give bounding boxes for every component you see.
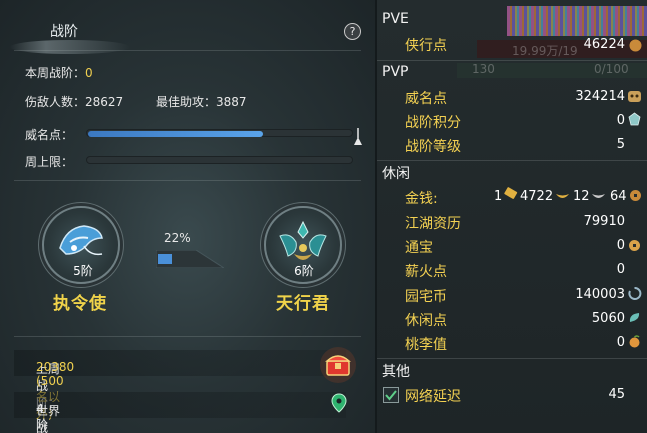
world-rank-row: 世界战阶：4阶 (14, 392, 346, 433)
taoli-value: 0 (616, 335, 625, 350)
money-gold-value: 1 (494, 189, 503, 204)
money-tael-value: 64 (610, 189, 627, 204)
tongbao-label: 通宝 (405, 240, 433, 256)
weekly-rank-label: 本周战阶： (25, 66, 86, 80)
current-rank-level: 5阶 (73, 264, 93, 278)
section-divider (377, 358, 647, 359)
zhanjie-points-value: 0 (616, 113, 625, 128)
header-divider (14, 50, 361, 51)
reward-chest-icon[interactable] (318, 346, 358, 384)
yuanzhai-label: 园宅币 (405, 289, 447, 305)
next-rank-level: 6阶 (294, 264, 314, 278)
honor-progress-fill (88, 131, 263, 137)
section-pve: PVE (382, 11, 409, 27)
money-label: 金钱: (405, 191, 438, 207)
weekly-rank-value: 0 (85, 66, 93, 80)
honor-progress-bar (86, 129, 353, 137)
assist-value: 3887 (216, 95, 247, 109)
xiuxian-label: 休闲点 (405, 313, 447, 329)
honor-label: 威名点： (25, 128, 74, 142)
section-pvp: PVP (382, 64, 409, 80)
background-decoration (507, 6, 647, 36)
tongbao-coin-icon (629, 240, 640, 251)
xinhuo-label: 薪火点 (405, 264, 447, 280)
xiaxing-icon (629, 39, 642, 52)
rank-points-icon (628, 112, 641, 126)
taoli-label: 桃李值 (405, 337, 447, 353)
zhanjie-points-label: 战阶积分 (405, 115, 461, 131)
week-cap-progress-bar (86, 156, 353, 164)
checkmark-icon (385, 390, 397, 401)
jianghu-value: 79910 (583, 214, 625, 229)
background-text: 130 (472, 62, 495, 76)
yuanzhai-value: 140003 (575, 287, 625, 302)
zhanjie-level-label: 战阶等级 (405, 139, 461, 155)
gold-yuanbao-icon (556, 194, 569, 198)
section-divider (14, 180, 361, 181)
leisure-points-icon (629, 313, 640, 322)
latency-checkbox[interactable] (383, 387, 399, 403)
kills-label: 伤敌人数： (25, 95, 86, 109)
money-silver-value: 4722 (520, 189, 554, 204)
last-week-row: 上周战阶：20380 (500名以外) (14, 350, 346, 421)
current-rank-name: 执令使 (53, 294, 107, 314)
rank-progress-arrow (156, 250, 224, 268)
next-rank-name: 天行君 (276, 294, 330, 314)
peach-icon (629, 335, 640, 348)
week-cap-label: 周上限： (25, 155, 74, 169)
weiming-label: 威名点 (405, 91, 447, 107)
house-coin-icon (628, 287, 642, 300)
weekly-rank-row: 本周战阶：0 (25, 64, 93, 81)
xinhuo-value: 0 (616, 262, 625, 277)
section-other: 其他 (382, 364, 410, 380)
section-divider (377, 60, 647, 61)
silver-yuanbao-icon (592, 194, 605, 198)
cap-marker-icon (354, 128, 362, 145)
currency-panel: 19.99万/19 130 0/100 PVE 侠行点 46224 PVP 威名… (375, 0, 647, 433)
money-copper-value: 12 (573, 189, 590, 204)
gold-ingot-icon (504, 187, 518, 199)
background-text: 0/100 (594, 62, 629, 76)
xiaxing-value: 46224 (583, 37, 625, 52)
tongbao-value: 0 (616, 238, 625, 253)
panel-header: 战阶 (0, 12, 375, 54)
latency-value: 45 (608, 387, 625, 402)
background-text: 19.99万/19 (512, 44, 578, 58)
assist-row: 最佳助攻：3887 (156, 93, 247, 110)
location-pin-icon[interactable] (331, 393, 347, 413)
kills-value: 28627 (85, 95, 124, 109)
jianghu-label: 江湖资历 (405, 216, 461, 232)
assist-label: 最佳助攻： (156, 95, 217, 109)
kills-row: 伤敌人数：28627 (25, 93, 123, 110)
battle-rank-panel: 战阶 ? 本周战阶：0 伤敌人数：28627 最佳助攻：3887 威名点： 周上… (0, 0, 375, 433)
section-leisure: 休闲 (382, 166, 410, 182)
title-brush-decoration (10, 40, 130, 54)
help-button[interactable]: ? (344, 23, 361, 40)
xiuxian-value: 5060 (591, 311, 625, 326)
panel-title: 战阶 (50, 24, 78, 40)
honor-mask-icon (628, 91, 641, 102)
latency-label: 网络延迟 (405, 389, 461, 405)
xiaxing-label: 侠行点 (405, 38, 447, 54)
rank-progress-percent: 22% (164, 231, 191, 245)
zhanjie-level-value: 5 (616, 137, 625, 152)
copper-coin-icon (630, 190, 641, 201)
bottom-divider (14, 336, 361, 337)
weiming-value: 324214 (575, 89, 625, 104)
world-rank-value: 4阶 (36, 402, 49, 432)
section-divider (377, 160, 647, 161)
